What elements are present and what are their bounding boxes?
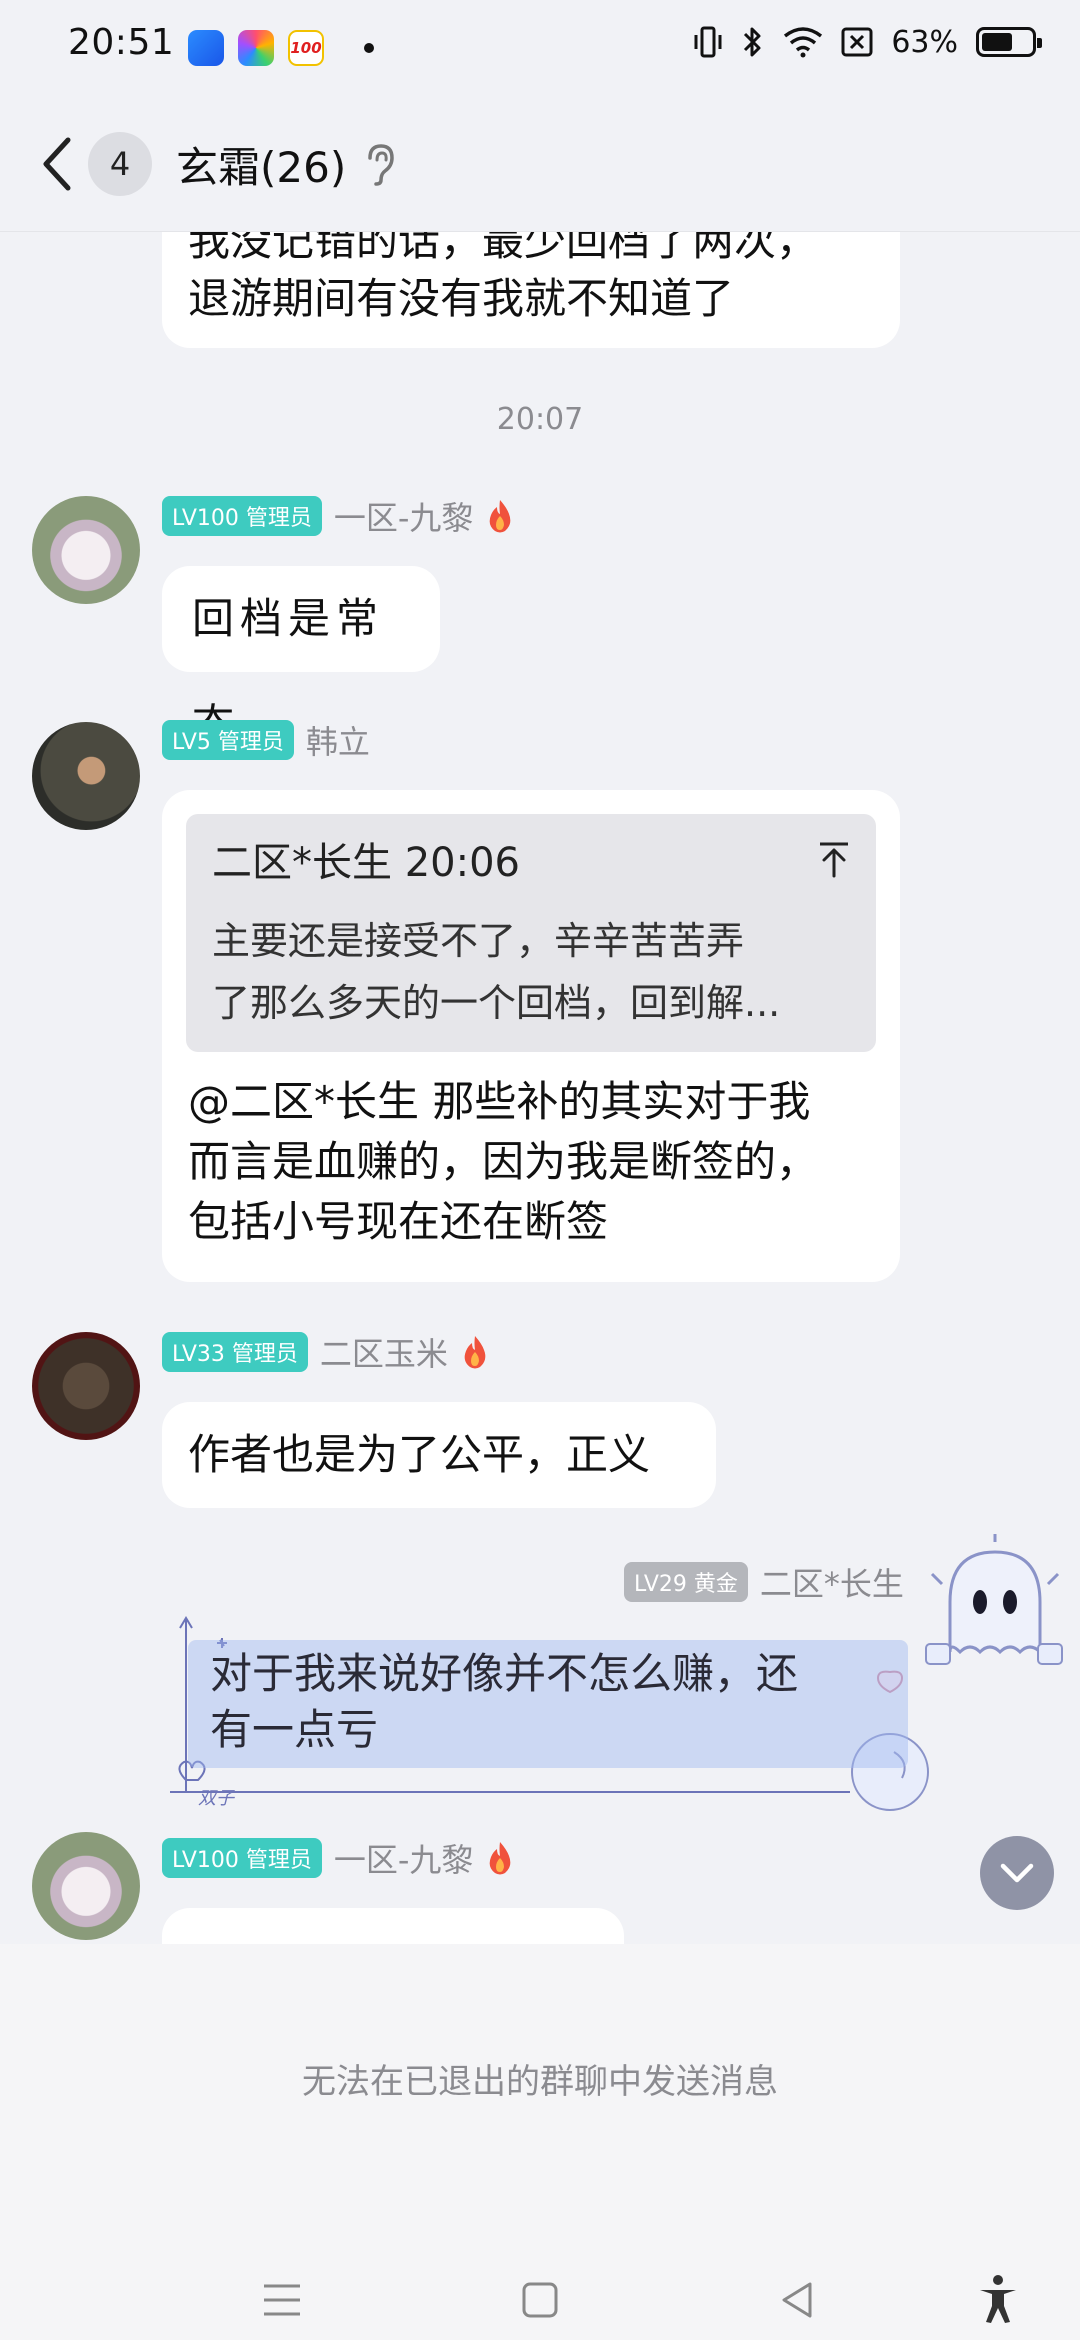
accessibility-icon[interactable] xyxy=(968,2270,1028,2330)
message-list[interactable]: 我没记错的话，最少回档了两次， 退游期间有没有我就不知道了 20:07 LV10… xyxy=(0,232,1080,1944)
sender-name[interactable]: 一区-九黎 xyxy=(334,1835,474,1881)
level-badge: LV100 管理员 xyxy=(162,1838,322,1878)
battery-icon xyxy=(976,27,1042,57)
jump-to-quote-icon[interactable] xyxy=(816,840,852,880)
level-badge: LV29 黄金 xyxy=(624,1562,748,1602)
ghost-mascot-avatar[interactable] xyxy=(920,1532,1070,1682)
avatar[interactable] xyxy=(32,1832,140,1940)
sim-off-icon xyxy=(841,27,873,57)
more-notifications-dot xyxy=(364,43,374,53)
avatar[interactable] xyxy=(32,1332,140,1440)
level-badge: LV33 管理员 xyxy=(162,1332,308,1372)
message-bubble[interactable]: 作者也是为了公平，正义 xyxy=(162,1402,716,1508)
flame-icon xyxy=(490,500,511,533)
input-area: 无法在已退出的群聊中发送消息 xyxy=(0,1944,1080,2340)
sender-row: LV33 管理员 二区玉米 xyxy=(162,1329,490,1375)
avatar[interactable] xyxy=(32,496,140,604)
chat-title[interactable]: 玄霜(26) xyxy=(176,134,346,195)
sender-name[interactable]: 一区-九黎 xyxy=(334,493,474,539)
message-bubble[interactable] xyxy=(162,1908,624,1944)
notification-icons: 100 xyxy=(188,30,324,66)
scroll-to-bottom-button[interactable] xyxy=(980,1836,1054,1910)
chevron-down-icon xyxy=(1000,1863,1034,1883)
message-bubble[interactable]: 我没记错的话，最少回档了两次， 退游期间有没有我就不知道了 xyxy=(162,232,900,348)
time-separator: 20:07 xyxy=(496,402,584,437)
home-icon[interactable] xyxy=(510,2270,570,2330)
quoted-message[interactable]: 二区*长生 20:06 主要还是接受不了，辛辛苦苦弄 了那么多天的一个回档，回到… xyxy=(186,814,876,1052)
battery-level xyxy=(982,33,1013,51)
status-time: 20:51 xyxy=(68,22,175,63)
message-bubble[interactable]: 二区*长生 20:06 主要还是接受不了，辛辛苦苦弄 了那么多天的一个回档，回到… xyxy=(162,790,900,1282)
status-bar: 20:51 100 63% xyxy=(0,0,1080,96)
100-app-icon: 100 xyxy=(288,30,324,66)
sender-name[interactable]: 二区玉米 xyxy=(320,1329,448,1375)
chat-header: 4 玄霜(26) xyxy=(0,96,1080,232)
sender-name[interactable]: 韩立 xyxy=(306,717,370,763)
message-text: @二区*长生 那些补的其实对于我 而言是血赚的，因为我是断签的， 包括小号现在还… xyxy=(188,1077,819,1246)
back-button[interactable] xyxy=(36,132,82,196)
flame-icon xyxy=(464,1336,486,1369)
level-badge: LV5 管理员 xyxy=(162,720,294,760)
system-nav-bar xyxy=(0,2256,1080,2340)
sticker-message-bubble[interactable]: 对于我来说好像并不怎么赚，还 有一点亏 双子 xyxy=(150,1612,940,1816)
battery-percent: 63% xyxy=(891,24,958,60)
sender-row: LV29 黄金 二区*长生 xyxy=(624,1559,904,1605)
quote-text: 主要还是接受不了，辛辛苦苦弄 了那么多天的一个回档，回到解... xyxy=(212,919,781,1025)
exit-notice: 无法在已退出的群聊中发送消息 xyxy=(302,2062,778,2102)
flame-icon xyxy=(490,1842,511,1875)
ear-icon[interactable] xyxy=(360,140,400,188)
sender-row: LV100 管理员 一区-九黎 xyxy=(162,1835,515,1881)
level-badge: LV100 管理员 xyxy=(162,496,322,536)
sender-row: LV100 管理员 一区-九黎 xyxy=(162,493,515,539)
message-text: 对于我来说好像并不怎么赚，还 有一点亏 xyxy=(210,1649,799,1754)
bluetooth-icon xyxy=(744,27,761,57)
sender-name[interactable]: 二区*长生 xyxy=(760,1559,904,1605)
avatar[interactable] xyxy=(32,722,140,830)
vibrate-icon xyxy=(694,26,722,58)
menu-icon[interactable] xyxy=(252,2270,312,2330)
wifi-icon xyxy=(784,27,823,58)
message-bubble[interactable]: 回档是常态 xyxy=(162,566,440,749)
quote-header: 二区*长生 20:06 xyxy=(212,840,520,886)
back-icon[interactable] xyxy=(768,2270,828,2330)
sender-row: LV5 管理员 韩立 xyxy=(162,717,370,763)
blue-app-icon xyxy=(188,30,224,66)
unread-count-badge[interactable]: 4 xyxy=(88,132,152,196)
colorful-app-icon xyxy=(238,30,274,66)
status-right: 63% xyxy=(693,24,1042,60)
sticker-label: 双子 xyxy=(198,1788,234,1809)
